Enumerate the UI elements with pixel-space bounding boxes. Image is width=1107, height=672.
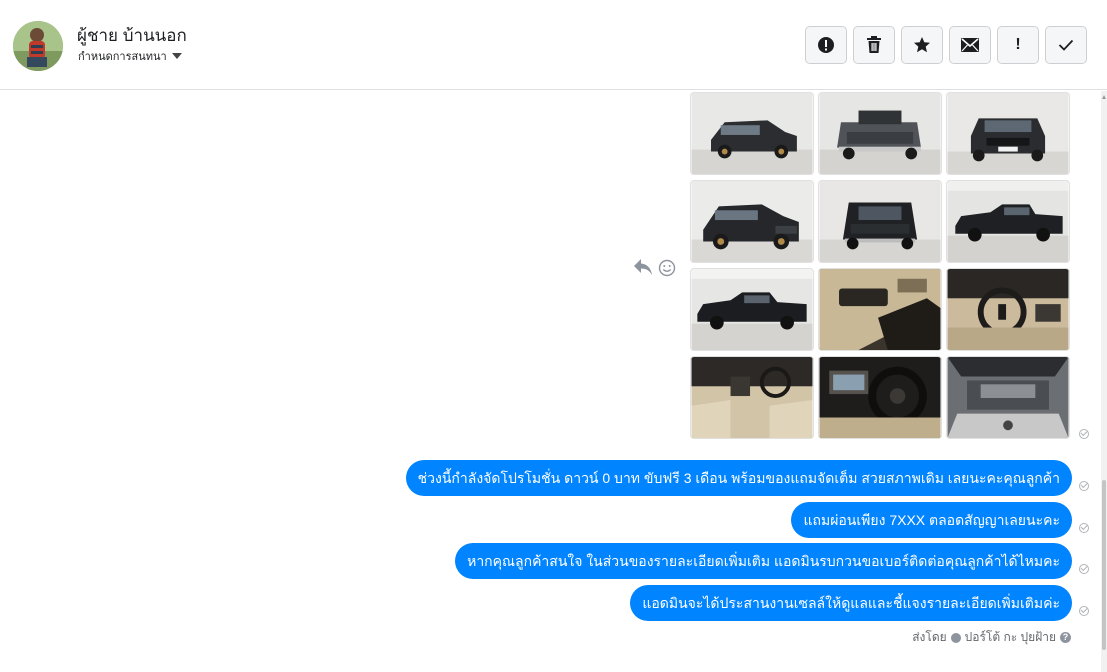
mark-done-button[interactable] xyxy=(1045,26,1087,64)
photo-truck-side[interactable] xyxy=(946,180,1070,263)
star-icon xyxy=(914,37,930,53)
exclamation-icon: ! xyxy=(1015,36,1021,53)
star-button[interactable] xyxy=(901,26,943,64)
caret-down-icon xyxy=(171,53,182,59)
sender-name[interactable]: ปอร์โต้ กะ ปุยฝ้าย xyxy=(965,628,1056,647)
sent-by-row: ส่งโดย ปอร์โต้ กะ ปุยฝ้าย ? xyxy=(912,628,1071,647)
alert-circle-icon xyxy=(818,37,834,53)
photo-interior-door[interactable] xyxy=(818,268,942,351)
message-bubble[interactable]: แถมผ่อนเพียง 7XXX ตลอดสัญญาเลยนะคะ xyxy=(791,502,1072,538)
message-bubble[interactable]: แอดมินจะได้ประสานงานเซลล์ให้ดูแลและชี้แจ… xyxy=(630,585,1072,621)
photo-attachment-grid xyxy=(690,92,1070,439)
photo-truck-rear[interactable] xyxy=(818,92,942,175)
conversation-header: ผู้ชาย บ้านนอก กำหนดการสนทนา ! xyxy=(0,0,1107,90)
photo-truck-side-2[interactable] xyxy=(690,268,814,351)
photo-interior-dashboard[interactable] xyxy=(690,356,814,439)
contact-avatar[interactable] xyxy=(13,21,63,71)
sender-avatar-icon xyxy=(950,632,961,643)
mark-unread-button[interactable] xyxy=(949,26,991,64)
flag-button[interactable]: ! xyxy=(997,26,1039,64)
photo-truck-front[interactable] xyxy=(946,92,1070,175)
conversation-settings-label: กำหนดการสนทนา xyxy=(78,51,167,63)
mark-spam-button[interactable] xyxy=(805,26,847,64)
photo-truck-front-left[interactable] xyxy=(690,92,814,175)
photo-interior-steering[interactable] xyxy=(946,268,1070,351)
message-bubble[interactable]: ช่วงนี้กำลังจัดโปรโมชั่น ดาวน์ 0 บาท ขับ… xyxy=(405,460,1072,496)
envelope-icon xyxy=(961,38,979,52)
message-bubble[interactable]: หากคุณลูกค้าสนใจ ในส่วนของรายละเอียดเพิ่… xyxy=(455,543,1072,579)
delivered-check-icon xyxy=(1079,564,1089,574)
delivered-check-icon xyxy=(1079,481,1089,491)
delivered-check-icon xyxy=(1079,606,1089,616)
react-emoji-icon[interactable] xyxy=(658,259,676,282)
scroll-up-arrow-icon[interactable] xyxy=(1102,95,1106,99)
contact-name[interactable]: ผู้ชาย บ้านนอก xyxy=(77,22,187,49)
sent-by-label: ส่งโดย xyxy=(912,630,947,644)
header-toolbar: ! xyxy=(805,26,1087,64)
checkmark-icon xyxy=(1058,39,1074,51)
trash-icon xyxy=(867,36,881,53)
delete-button[interactable] xyxy=(853,26,895,64)
help-icon[interactable]: ? xyxy=(1060,632,1071,643)
delivered-check-icon xyxy=(1079,429,1089,439)
delivered-check-icon xyxy=(1079,523,1089,533)
photo-interior-console[interactable] xyxy=(818,356,942,439)
scrollbar-thumb[interactable] xyxy=(1102,480,1106,650)
photo-engine-bay[interactable] xyxy=(946,356,1070,439)
photo-truck-front-left-angle[interactable] xyxy=(690,180,814,263)
conversation-settings-dropdown[interactable]: กำหนดการสนทนา xyxy=(78,47,182,65)
reply-icon[interactable] xyxy=(633,258,653,281)
photo-truck-rear-high[interactable] xyxy=(818,180,942,263)
